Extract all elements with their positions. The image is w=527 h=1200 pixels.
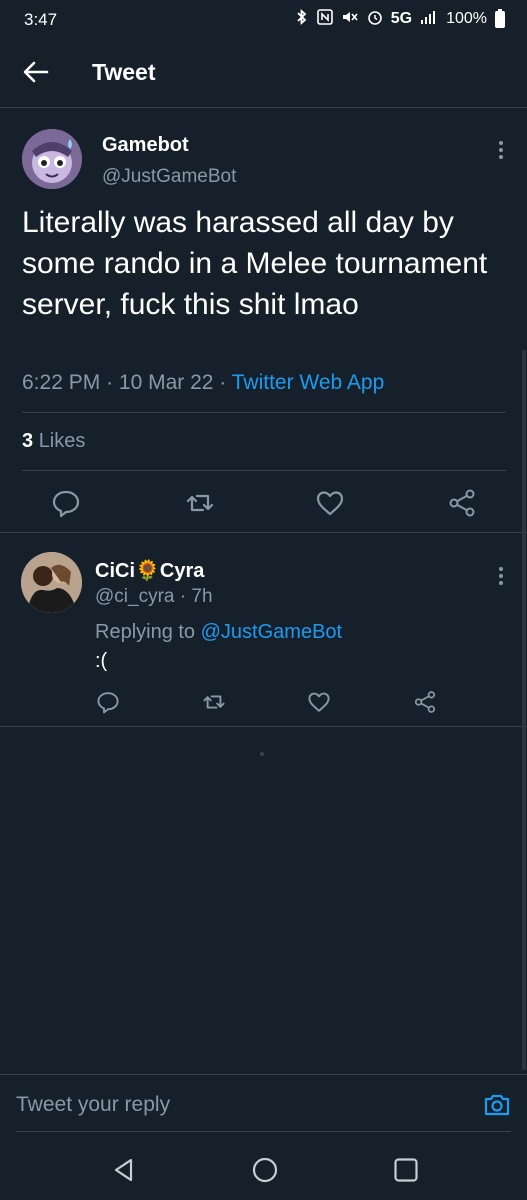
- tweet-meta: 6:22 PM · 10 Mar 22 · Twitter Web App: [22, 371, 384, 395]
- battery-icon: [495, 8, 505, 28]
- status-bar: 3:47 5G 100%: [0, 0, 527, 40]
- arrow-left-icon: [23, 61, 49, 83]
- retweet-button[interactable]: [202, 690, 226, 714]
- share-button[interactable]: [447, 488, 477, 518]
- meta-separator: ·: [106, 371, 119, 394]
- square-recents-icon: [394, 1158, 418, 1182]
- avatar-photo: [21, 552, 82, 613]
- meta-separator: ·: [179, 586, 192, 607]
- retweet-icon: [203, 695, 225, 709]
- divider: [22, 470, 506, 471]
- heart-icon: [308, 692, 330, 712]
- alarm-icon: [367, 9, 383, 29]
- reply-tweet[interactable]: CiCi🌻Cyra @ci_cyra · 7h Replying to @Jus…: [0, 533, 527, 726]
- replying-to-label: Replying to: [95, 621, 196, 643]
- likes-label: Likes: [38, 430, 86, 452]
- tweet-date: 10 Mar 22: [118, 371, 214, 394]
- back-button[interactable]: [18, 54, 54, 90]
- camera-icon: [484, 1094, 510, 1116]
- tweet-time: 6:22 PM: [22, 371, 101, 394]
- more-options-button[interactable]: [495, 564, 507, 588]
- likes-count: 3: [22, 430, 34, 452]
- reply-button[interactable]: [51, 488, 81, 518]
- battery-percent: 100%: [446, 10, 487, 27]
- top-app-bar: Tweet: [0, 40, 527, 108]
- comment-icon: [97, 692, 119, 714]
- reply-composer: [0, 1074, 527, 1133]
- like-button[interactable]: [307, 690, 331, 714]
- status-icons: 5G 100%: [295, 8, 505, 29]
- reply-author-name[interactable]: CiCi🌻Cyra: [95, 558, 204, 583]
- reply-input[interactable]: [16, 1089, 436, 1121]
- bluetooth-icon: [295, 9, 309, 29]
- likes-count-link[interactable]: 3 Likes: [22, 430, 85, 453]
- triangle-back-icon: [114, 1158, 133, 1182]
- divider: [22, 412, 506, 413]
- nav-recents-button[interactable]: [392, 1156, 420, 1184]
- mute-icon: [341, 9, 359, 29]
- section-divider: [0, 726, 527, 727]
- share-icon: [414, 691, 436, 713]
- replying-to-mention[interactable]: @JustGameBot: [201, 621, 342, 643]
- reply-age: 7h: [191, 586, 213, 607]
- reply-author-handle[interactable]: @ci_cyra: [95, 586, 174, 607]
- comment-icon: [52, 490, 80, 518]
- avatar-illustration: [22, 129, 82, 189]
- reply-text: :(: [95, 650, 108, 672]
- avatar[interactable]: [22, 129, 82, 189]
- author-name[interactable]: Gamebot: [102, 134, 189, 157]
- reply-button[interactable]: [96, 690, 120, 714]
- more-vertical-icon: [499, 141, 503, 159]
- reply-author-meta: @ci_cyra · 7h: [95, 586, 213, 608]
- camera-button[interactable]: [483, 1091, 511, 1119]
- tweet-text: Literally was harassed all day by some r…: [22, 206, 488, 321]
- status-time: 3:47: [24, 10, 58, 29]
- tweet-detail-screen: 3:47 5G 100% Tweet Gamebot @JustGameBot …: [0, 0, 527, 1200]
- composer-underline: [16, 1131, 511, 1132]
- retweet-button[interactable]: [185, 488, 215, 518]
- share-icon: [449, 489, 475, 517]
- more-vertical-icon: [499, 567, 503, 585]
- share-button[interactable]: [413, 690, 437, 714]
- loading-indicator: [260, 752, 264, 756]
- tweet-source-link[interactable]: Twitter Web App: [232, 371, 385, 394]
- nav-back-button[interactable]: [110, 1156, 138, 1184]
- nav-home-button[interactable]: [251, 1156, 279, 1184]
- heart-icon: [316, 491, 344, 516]
- meta-separator: ·: [219, 371, 232, 394]
- page-title: Tweet: [92, 59, 156, 85]
- system-navigation-bar: [0, 1138, 527, 1200]
- more-options-button[interactable]: [495, 138, 507, 162]
- network-type: 5G: [390, 10, 413, 27]
- retweet-icon: [186, 494, 214, 512]
- nfc-icon: [316, 9, 333, 29]
- like-button[interactable]: [315, 488, 345, 518]
- replying-to: Replying to @JustGameBot: [95, 621, 342, 644]
- author-handle[interactable]: @JustGameBot: [102, 166, 236, 188]
- avatar[interactable]: [21, 552, 82, 613]
- signal-icon: [420, 10, 438, 28]
- tweet-actions: [0, 488, 527, 528]
- circle-home-icon: [252, 1157, 278, 1183]
- scrollbar[interactable]: [522, 350, 526, 1070]
